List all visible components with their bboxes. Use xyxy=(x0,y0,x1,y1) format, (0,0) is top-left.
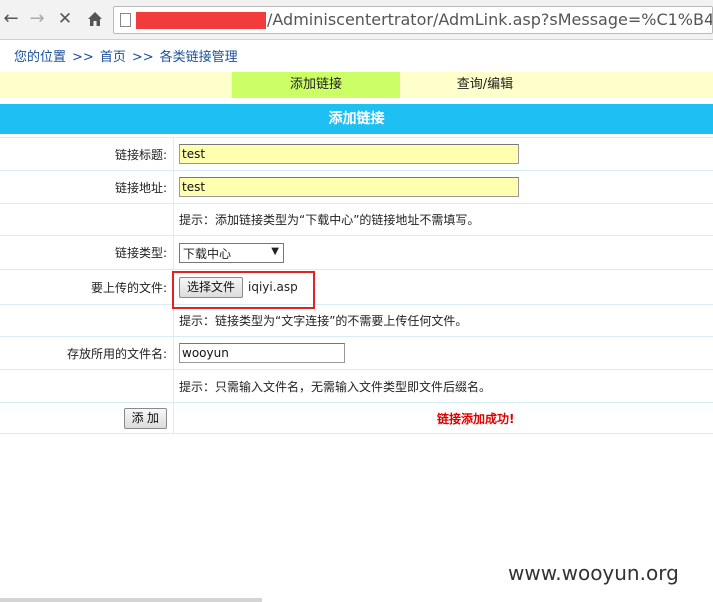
add-button[interactable]: 添 加 xyxy=(123,407,167,429)
hint-filename: 提示：只需输入文件名，无需输入文件类型即文件后缀名。 xyxy=(179,379,492,394)
stop-icon[interactable]: ✕ xyxy=(54,8,76,30)
address-url: /Adminiscentertrator/AdmLink.asp?sMessag… xyxy=(267,10,713,29)
empty-label xyxy=(0,305,174,336)
form-row-upload: 要上传的文件: 选择文件 iqiyi.asp xyxy=(0,269,713,304)
link-title-input[interactable] xyxy=(179,144,519,164)
horizontal-scrollbar[interactable] xyxy=(0,598,262,602)
link-title-label: 链接标题: xyxy=(0,138,174,170)
tab-bar: 添加链接 查询/编辑 xyxy=(0,72,713,98)
upload-label: 要上传的文件: xyxy=(0,270,174,304)
link-type-value: 下载中心 xyxy=(183,246,232,261)
form-row-title: 链接标题: xyxy=(0,137,713,170)
tab-query-edit[interactable]: 查询/编辑 xyxy=(400,72,570,98)
page-icon xyxy=(120,13,131,27)
redacted-host xyxy=(136,12,266,29)
breadcrumb-location: 您的位置 xyxy=(14,50,67,65)
link-type-label: 链接类型: xyxy=(0,236,174,269)
form-row-type: 链接类型: 下载中心 ▼ xyxy=(0,235,713,269)
empty-label xyxy=(0,204,174,235)
empty-label xyxy=(0,370,174,402)
save-name-label: 存放所用的文件名: xyxy=(0,337,174,369)
success-message: 链接添加成功! xyxy=(437,411,515,426)
form-row-hint-filename: 提示：只需输入文件名，无需输入文件类型即文件后缀名。 xyxy=(0,369,713,402)
form-row-hint-text-link: 提示：链接类型为“文字连接”的不需要上传任何文件。 xyxy=(0,304,713,336)
breadcrumb-home-link[interactable]: 首页 xyxy=(100,46,126,65)
form-row-submit: 添 加 链接添加成功! xyxy=(0,402,713,434)
hint-text-link: 提示：链接类型为“文字连接”的不需要上传任何文件。 xyxy=(179,314,468,328)
browser-toolbar: ← → ✕ /Adminiscentertrator/AdmLink.asp?s… xyxy=(0,0,713,40)
form-row-url: 链接地址: xyxy=(0,170,713,203)
form-row-hint-download: 提示：添加链接类型为“下载中心”的链接地址不需填写。 xyxy=(0,203,713,235)
page-title: 添加链接 xyxy=(0,104,713,134)
submit-cell: 添 加 xyxy=(0,403,174,433)
breadcrumb-separator: >> xyxy=(72,50,94,65)
upload-highlight-box xyxy=(172,271,315,309)
save-name-input[interactable] xyxy=(179,343,345,363)
link-url-input[interactable] xyxy=(179,177,519,197)
home-icon[interactable] xyxy=(84,8,106,30)
add-link-form: 链接标题: 链接地址: 提示：添加链接类型为“下载中心”的链接地址不需填写。 链… xyxy=(0,137,713,434)
link-url-label: 链接地址: xyxy=(0,171,174,203)
link-type-select[interactable]: 下载中心 ▼ xyxy=(179,242,284,263)
back-arrow-icon[interactable]: ← xyxy=(0,8,22,30)
hint-download: 提示：添加链接类型为“下载中心”的链接地址不需填写。 xyxy=(179,213,480,227)
address-bar[interactable]: /Adminiscentertrator/AdmLink.asp?sMessag… xyxy=(113,6,713,34)
breadcrumb: 您的位置 >> 首页 >> 各类链接管理 xyxy=(14,46,238,65)
tab-add-link[interactable]: 添加链接 xyxy=(232,72,400,98)
watermark: www.wooyun.org xyxy=(508,561,679,585)
forward-arrow-icon[interactable]: → xyxy=(26,8,48,30)
form-row-save-name: 存放所用的文件名: xyxy=(0,336,713,369)
breadcrumb-separator: >> xyxy=(131,50,154,65)
dropdown-arrow-icon: ▼ xyxy=(271,245,279,257)
breadcrumb-current[interactable]: 各类链接管理 xyxy=(160,46,238,65)
